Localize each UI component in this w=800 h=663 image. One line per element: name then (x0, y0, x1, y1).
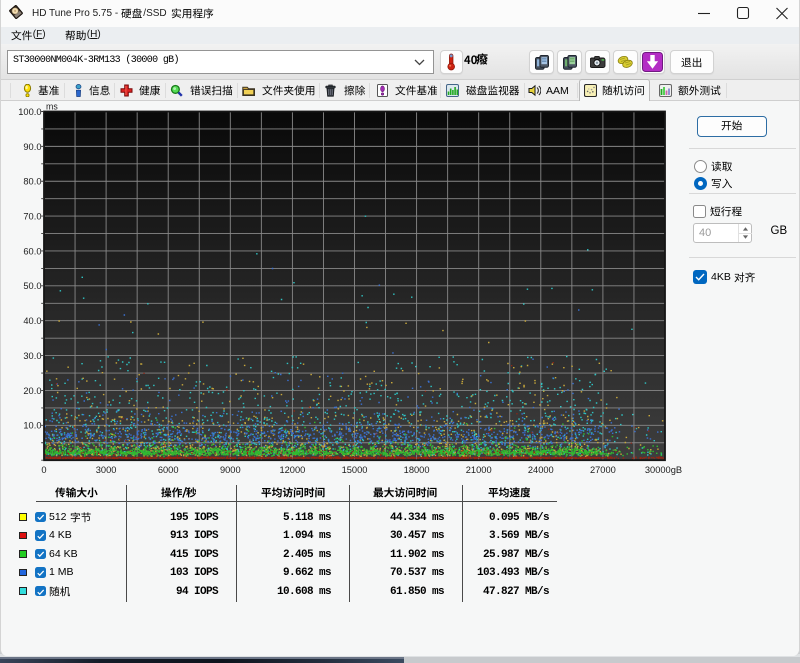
svg-text:20.0: 20.0 (23, 386, 41, 396)
svg-text:100.0: 100.0 (18, 107, 41, 117)
svg-text:0: 0 (41, 465, 46, 475)
svg-text:80.0: 80.0 (23, 177, 41, 187)
svg-text:10.0: 10.0 (23, 421, 41, 431)
svg-text:70.0: 70.0 (23, 212, 41, 222)
svg-text:60.0: 60.0 (23, 246, 41, 256)
svg-text:3000: 3000 (96, 465, 117, 475)
svg-text:40.0: 40.0 (23, 316, 41, 326)
svg-text:ms: ms (46, 102, 58, 112)
svg-text:18000: 18000 (404, 465, 430, 475)
svg-text:24000: 24000 (528, 465, 554, 475)
svg-text:15000: 15000 (342, 465, 368, 475)
svg-text:30000gB: 30000gB (645, 465, 682, 475)
svg-text:90.0: 90.0 (23, 142, 41, 152)
svg-text:6000: 6000 (158, 465, 179, 475)
svg-text:30.0: 30.0 (23, 351, 41, 361)
svg-text:50.0: 50.0 (23, 281, 41, 291)
svg-text:27000: 27000 (590, 465, 616, 475)
svg-text:9000: 9000 (220, 465, 241, 475)
svg-text:12000: 12000 (279, 465, 305, 475)
svg-text:21000: 21000 (466, 465, 492, 475)
